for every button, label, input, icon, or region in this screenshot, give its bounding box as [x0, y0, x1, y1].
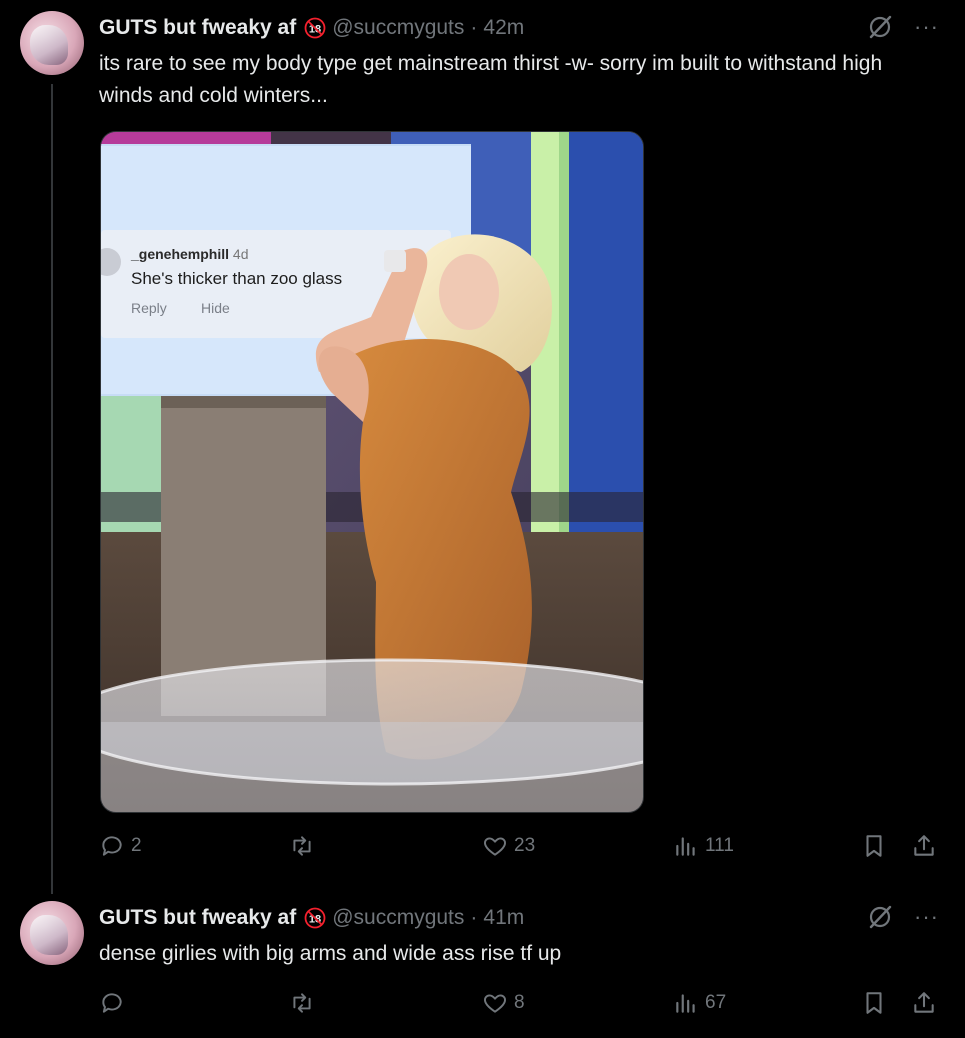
like-button[interactable]: 23 [482, 833, 535, 859]
tweet-text: its rare to see my body type get mainstr… [99, 52, 883, 107]
tweet-2[interactable]: GUTS but fweaky af 18 @succmyguts · 41m … [0, 890, 965, 1038]
timestamp[interactable]: 42m [483, 16, 524, 40]
svg-text:18: 18 [309, 24, 321, 36]
comment-text: She's thicker than zoo glass [131, 269, 342, 288]
views-count: 67 [705, 992, 727, 1013]
bookmark-button[interactable] [861, 833, 887, 859]
repost-button[interactable] [289, 833, 321, 859]
reply-count: 2 [131, 835, 142, 856]
like-count: 23 [514, 835, 536, 856]
share-button[interactable] [911, 833, 937, 859]
media-image: _genehemphill 4d She's thicker than zoo … [101, 132, 643, 812]
thread-line [51, 84, 53, 894]
grok-icon[interactable] [867, 14, 893, 40]
more-icon[interactable]: ··· [914, 904, 939, 930]
bookmark-icon [866, 992, 882, 1014]
like-button[interactable]: 8 [482, 990, 525, 1016]
author-name[interactable]: GUTS but fweaky af [99, 16, 296, 40]
share-icon [914, 992, 934, 1013]
reply-button[interactable]: 2 [99, 833, 142, 859]
age-restriction-badge: 18 [304, 907, 326, 929]
tweet-1[interactable]: GUTS but fweaky af 18 @succmyguts · 42m … [0, 0, 965, 894]
reply-button[interactable] [99, 990, 131, 1016]
avatar[interactable] [20, 11, 84, 75]
more-icon[interactable]: ··· [914, 14, 939, 40]
views-count: 111 [705, 835, 734, 856]
tweet-media[interactable]: _genehemphill 4d She's thicker than zoo … [100, 131, 644, 813]
heart-icon [484, 837, 506, 856]
author-handle[interactable]: @succmyguts [332, 906, 464, 930]
bookmark-button[interactable] [861, 990, 887, 1016]
separator: · [470, 16, 478, 39]
share-button[interactable] [911, 990, 937, 1016]
repost-icon [293, 993, 311, 1013]
views-button[interactable]: 111 [673, 833, 734, 859]
bookmark-icon [866, 835, 882, 857]
repost-icon [293, 836, 311, 856]
grok-icon[interactable] [867, 904, 893, 930]
views-icon [676, 837, 695, 856]
author-name[interactable]: GUTS but fweaky af [99, 906, 296, 930]
like-count: 8 [514, 992, 525, 1013]
comment-username: _genehemphill 4d [130, 246, 249, 262]
comment-reply: Reply [131, 300, 167, 316]
views-icon [676, 994, 695, 1013]
avatar[interactable] [20, 901, 84, 965]
tweet-actions: 8 67 [99, 990, 939, 1020]
svg-text:18: 18 [309, 914, 321, 926]
heart-icon [484, 994, 506, 1013]
views-button[interactable]: 67 [673, 990, 726, 1016]
author-handle[interactable]: @succmyguts [332, 16, 464, 40]
share-icon [914, 835, 934, 856]
tweet-text: dense girlies with big arms and wide ass… [99, 942, 562, 965]
repost-button[interactable] [289, 990, 321, 1016]
tweet-header: GUTS but fweaky af 18 @succmyguts · 42m [99, 14, 524, 42]
tweet-actions: 2 23 111 [99, 833, 939, 863]
reply-icon [102, 836, 122, 856]
separator: · [470, 906, 478, 929]
reply-icon [102, 993, 122, 1013]
age-restriction-badge: 18 [304, 17, 326, 39]
tweet-header: GUTS but fweaky af 18 @succmyguts · 41m [99, 904, 524, 932]
timestamp[interactable]: 41m [483, 906, 524, 930]
comment-hide: Hide [201, 300, 230, 316]
